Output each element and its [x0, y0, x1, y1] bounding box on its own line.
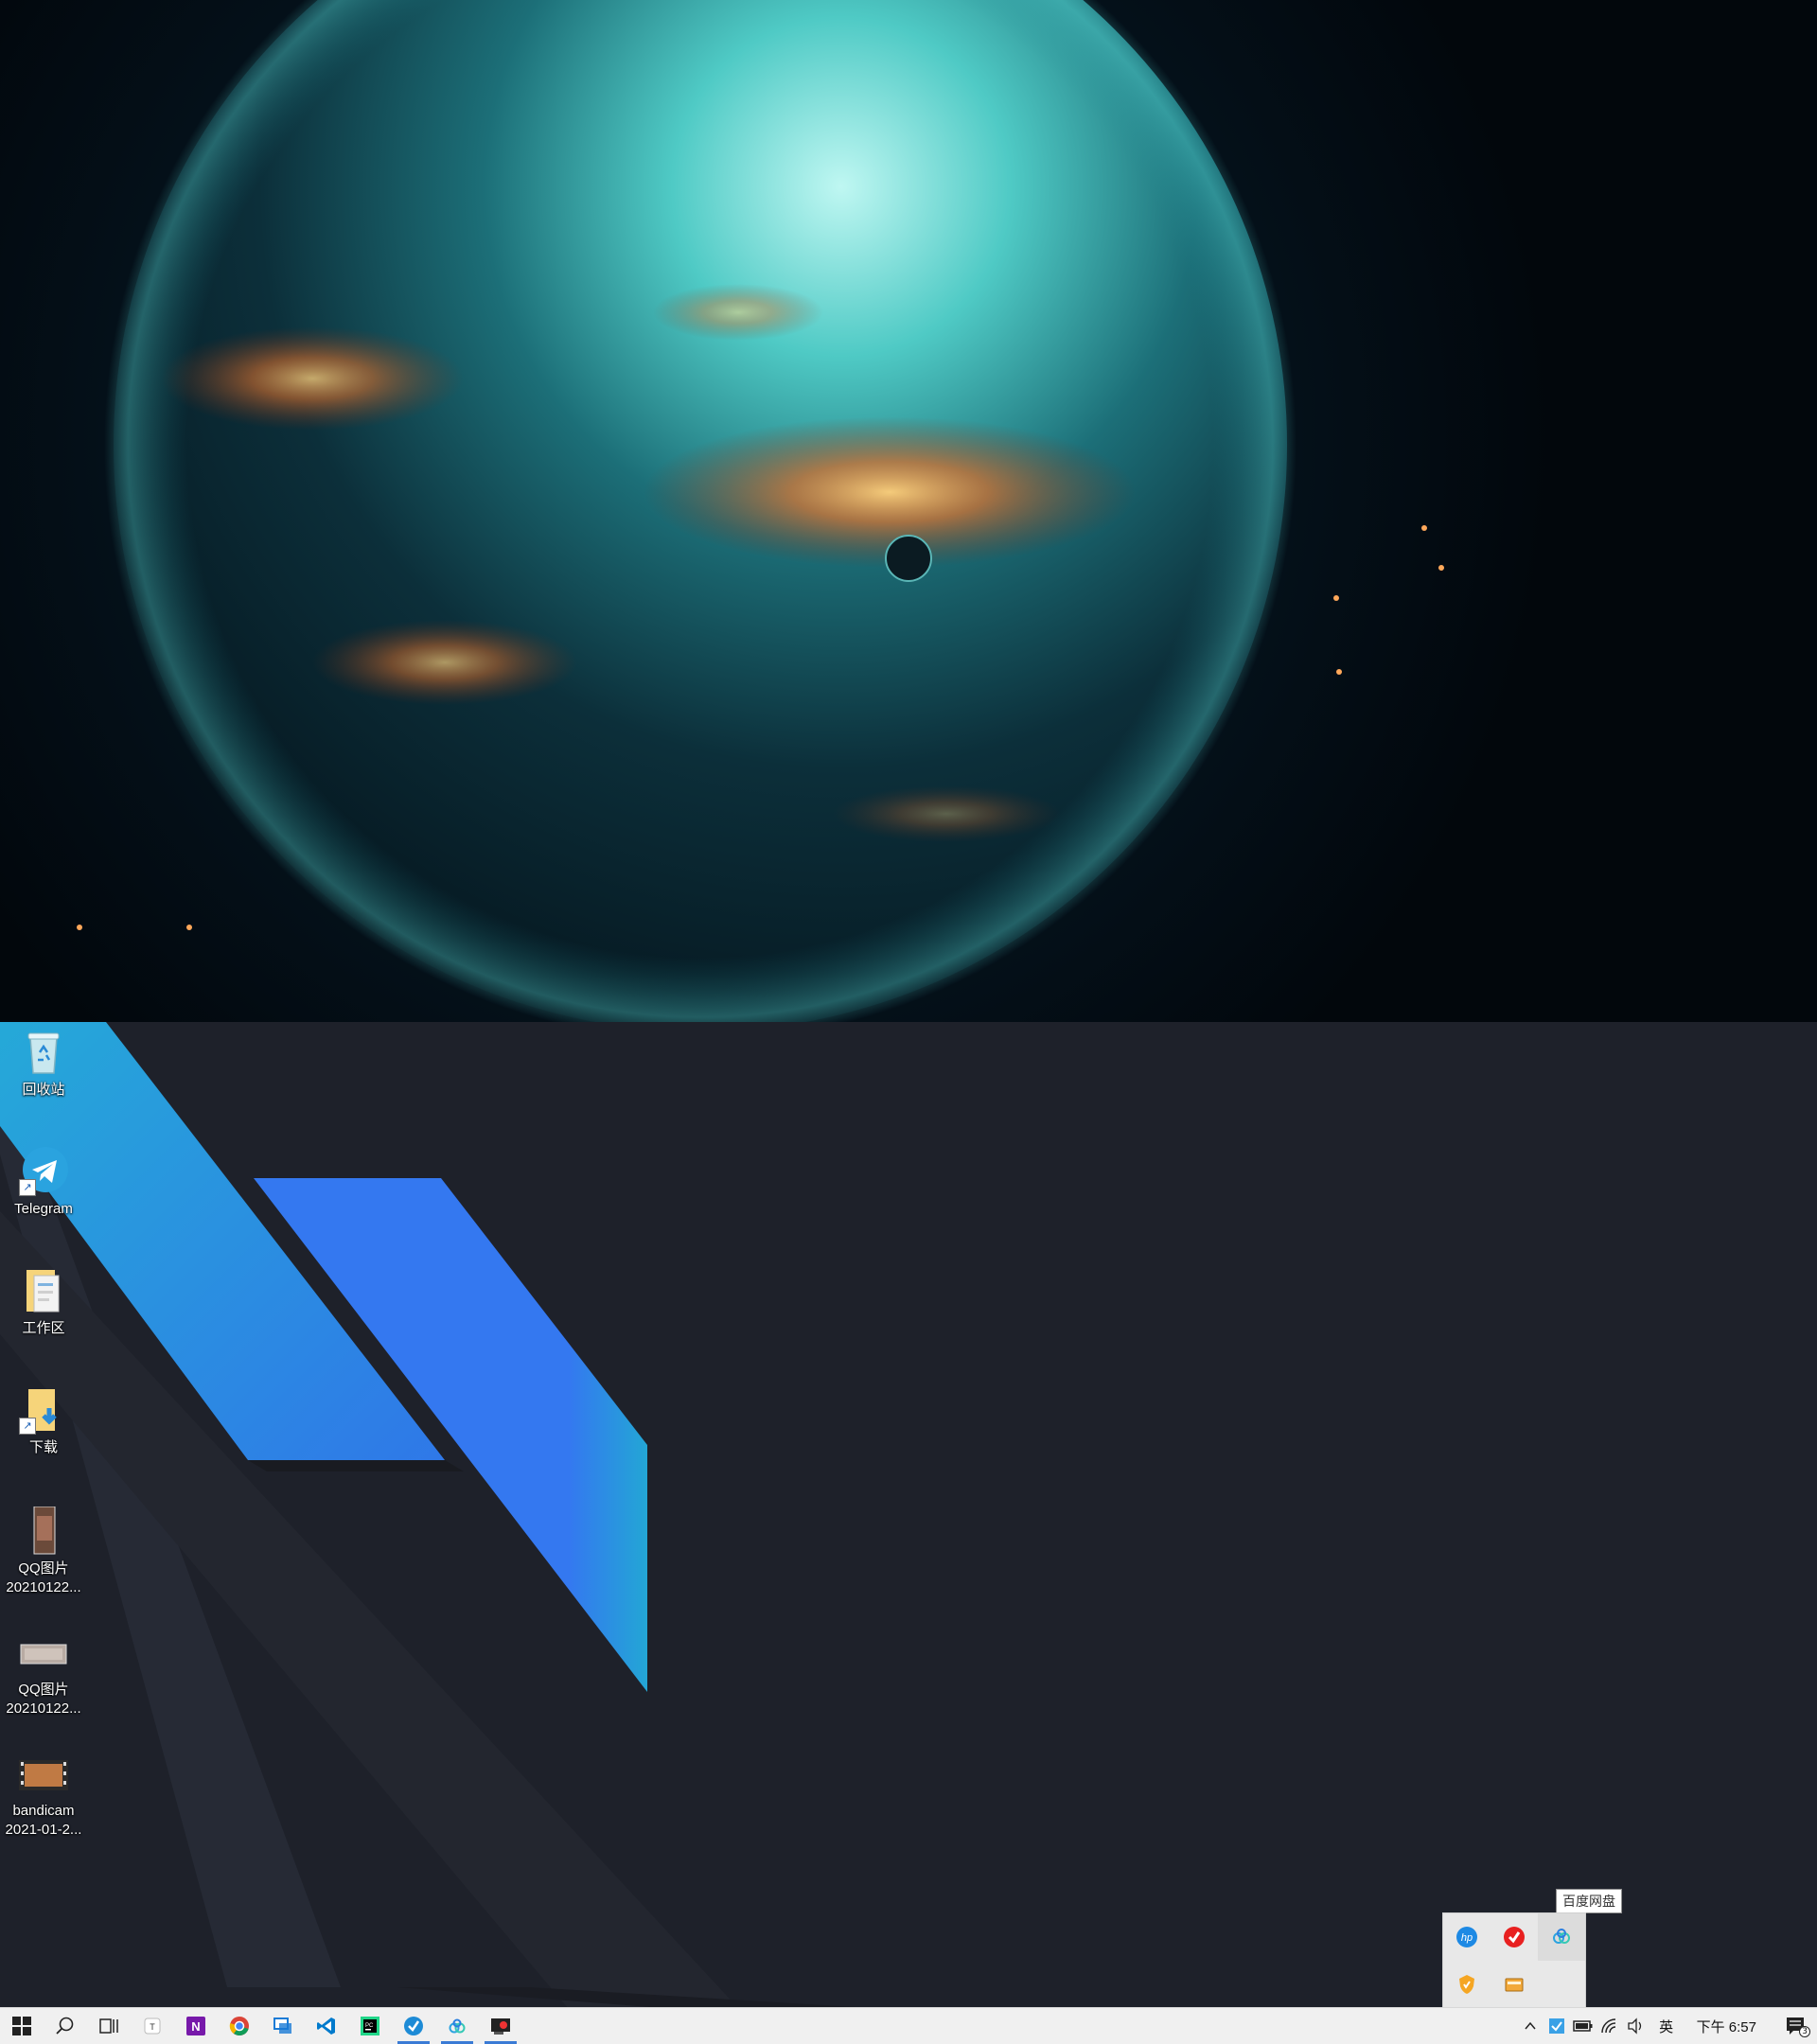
svg-text:N: N: [191, 2019, 200, 2034]
security-icon[interactable]: [1443, 1961, 1491, 2008]
search-button[interactable]: [44, 2008, 87, 2044]
desktop-icon-label: bandicam: [12, 1803, 75, 1819]
start-button[interactable]: [0, 2008, 44, 2044]
desktop-icon-label: 回收站: [22, 1082, 65, 1098]
svg-text:T: T: [150, 2022, 155, 2032]
desktop-icon-qq-image-1[interactable]: QQ图片 20210122...: [0, 1506, 87, 1597]
app-bandicam[interactable]: [479, 2008, 522, 2044]
desktop-icon-downloads-folder[interactable]: ↗ 下载: [0, 1385, 87, 1457]
app-chrome[interactable]: [218, 2008, 261, 2044]
desktop-icon-label: 工作区: [22, 1320, 65, 1336]
app-yuque[interactable]: [392, 2008, 435, 2044]
planet-wallpaper-image: [77, 0, 1444, 1022]
recycle-bin-icon: [19, 1028, 68, 1077]
vscode-icon: [317, 2018, 335, 2035]
desktop-icon-qq-image-2[interactable]: QQ图片 20210122...: [0, 1628, 87, 1718]
app-baidu-netdisk[interactable]: [435, 2008, 479, 2044]
bandicam-icon: [491, 2018, 510, 2035]
task-view-icon: [99, 2018, 118, 2034]
desktop-icon-label: 下载: [28, 1439, 58, 1455]
image-file-icon: [19, 1506, 68, 1556]
image-file-icon: [19, 1628, 68, 1677]
typora-icon: T: [144, 2018, 161, 2035]
desktop-icon-label-line2: 20210122...: [6, 1700, 81, 1717]
desktop-icon-label-line2: 2021-01-2...: [5, 1822, 82, 1838]
network-indicator[interactable]: [1596, 2008, 1623, 2044]
desktop-icon-bandicam-video[interactable]: bandicam 2021-01-2...: [0, 1749, 87, 1840]
app-pycharm[interactable]: PC: [348, 2008, 392, 2044]
top-monitor-wallpaper: [0, 0, 1817, 1022]
yandex-icon[interactable]: [1491, 1913, 1538, 1961]
svg-text:PC: PC: [365, 2023, 374, 2029]
shortcut-arrow-icon: ↗: [19, 1179, 36, 1196]
svg-text:hp: hp: [1461, 1932, 1473, 1944]
desktop-icon-recycle-bin[interactable]: 回收站: [0, 1028, 87, 1100]
pycharm-icon: PC: [361, 2017, 379, 2035]
card-reader-icon[interactable]: [1491, 1961, 1538, 2008]
app-vscode[interactable]: [305, 2008, 348, 2044]
app-remote[interactable]: [261, 2008, 305, 2044]
app-onenote[interactable]: N: [174, 2008, 218, 2044]
desktop-icon-workspace-folder[interactable]: 工作区: [0, 1266, 87, 1338]
chevron-up-icon: [1525, 2021, 1536, 2030]
onenote-icon: N: [186, 2017, 205, 2035]
wifi-icon: [1600, 2018, 1615, 2034]
notification-count-badge: 3: [1799, 2026, 1810, 2037]
chrome-icon: [229, 2017, 249, 2036]
shortcut-arrow-icon: ↗: [19, 1418, 36, 1435]
action-center-button[interactable]: 3: [1775, 2008, 1817, 2044]
baidu-netdisk-icon: [449, 2018, 466, 2034]
geometric-wallpaper-image: [0, 1022, 871, 2008]
tray-app-icon[interactable]: [1544, 2008, 1570, 2044]
volume-indicator[interactable]: [1623, 2008, 1649, 2044]
desktop-icon-telegram[interactable]: ↗ Telegram: [0, 1147, 87, 1219]
battery-indicator[interactable]: [1570, 2008, 1596, 2044]
telegram-icon: ↗: [19, 1147, 68, 1196]
input-method-indicator[interactable]: 英: [1649, 2008, 1684, 2044]
desktop-icon-label-line2: 20210122...: [6, 1579, 81, 1595]
windows-logo-icon: [12, 2017, 31, 2035]
tray-tooltip: 百度网盘: [1556, 1889, 1622, 1913]
baidu-netdisk-icon[interactable]: [1538, 1913, 1585, 1961]
desktop-icon-label: QQ图片: [18, 1682, 69, 1698]
tray-overflow-panel: hp: [1442, 1912, 1586, 2009]
speaker-icon: [1627, 2018, 1641, 2035]
clock[interactable]: 下午 6:57: [1684, 2008, 1775, 2044]
downloads-folder-icon: ↗: [19, 1385, 68, 1435]
hp-icon[interactable]: hp: [1443, 1913, 1491, 1961]
battery-icon: [1572, 2020, 1593, 2032]
system-tray: 英 下午 6:57 3: [1517, 2008, 1817, 2044]
video-file-icon: [19, 1749, 68, 1798]
desktop-icon-label: QQ图片: [18, 1560, 69, 1577]
tray-app-icon: [1548, 2018, 1564, 2034]
show-hidden-icons-button[interactable]: [1517, 2008, 1544, 2044]
yuque-icon: [404, 2017, 423, 2035]
taskbar: T N PC 英 下午 6:57 3: [0, 2007, 1817, 2044]
app-typora[interactable]: T: [131, 2008, 174, 2044]
folder-icon: [19, 1266, 68, 1315]
bottom-monitor-desktop: 回收站 ↗ Telegram 工作区 ↗ 下载 QQ图片 20210122...…: [0, 1022, 1817, 2044]
task-view-button[interactable]: [87, 2008, 131, 2044]
remote-desktop-icon: [273, 2018, 291, 2034]
desktop-icon-label: Telegram: [14, 1201, 73, 1217]
search-icon: [56, 2017, 74, 2035]
